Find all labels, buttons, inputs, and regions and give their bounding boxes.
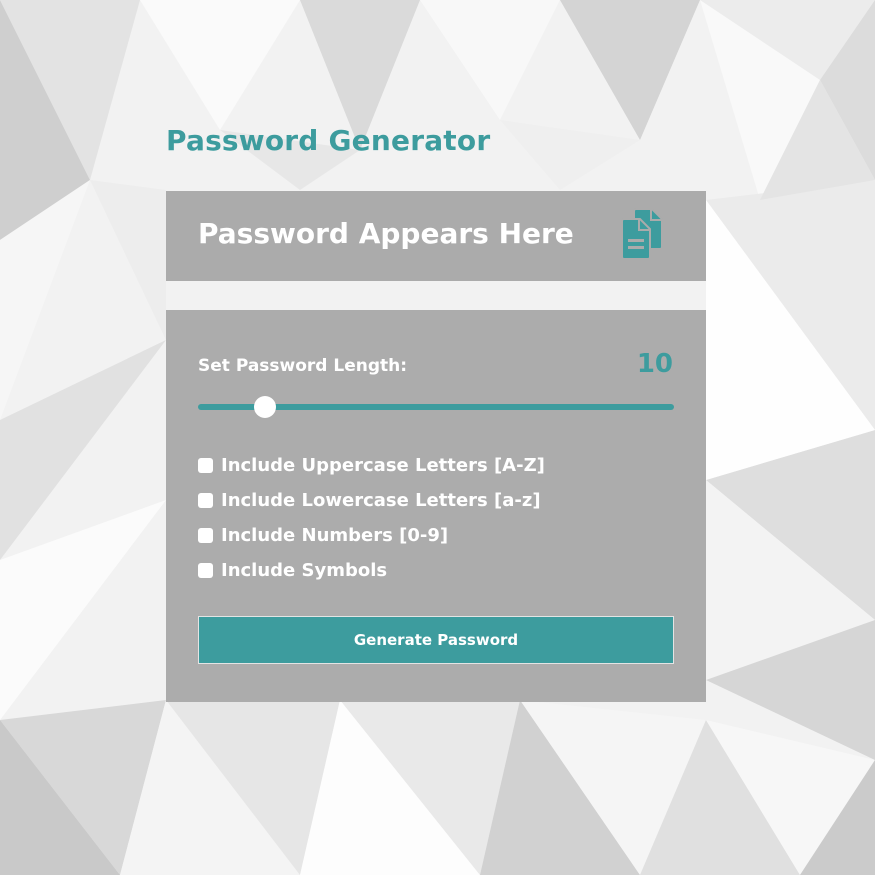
page-title: Password Generator [166,124,491,157]
numbers-checkbox[interactable] [198,528,213,543]
length-value: 10 [636,349,673,379]
settings-panel: Set Password Length: 10 Include Uppercas… [166,310,706,702]
password-output: Password Appears Here [198,217,574,250]
lowercase-checkbox[interactable] [198,493,213,508]
option-symbols[interactable]: Include Symbols [198,553,674,588]
uppercase-checkbox[interactable] [198,458,213,473]
option-label: Include Uppercase Letters [A-Z] [221,455,545,476]
option-label: Include Numbers [0-9] [221,525,449,546]
symbols-checkbox[interactable] [198,563,213,578]
length-slider[interactable] [198,395,674,419]
option-label: Include Lowercase Letters [a-z] [221,490,541,511]
option-label: Include Symbols [221,560,388,581]
option-numbers[interactable]: Include Numbers [0-9] [198,518,674,553]
options-list: Include Uppercase Letters [A-Z] Include … [198,448,674,588]
option-lowercase[interactable]: Include Lowercase Letters [a-z] [198,483,674,518]
copy-documents-icon [621,208,663,260]
length-label: Set Password Length: [198,356,408,376]
password-display: Password Appears Here [166,191,706,281]
copy-button[interactable] [618,207,668,263]
option-uppercase[interactable]: Include Uppercase Letters [A-Z] [198,448,674,483]
slider-thumb[interactable] [253,396,276,418]
generate-password-button[interactable]: Generate Password [198,616,674,664]
